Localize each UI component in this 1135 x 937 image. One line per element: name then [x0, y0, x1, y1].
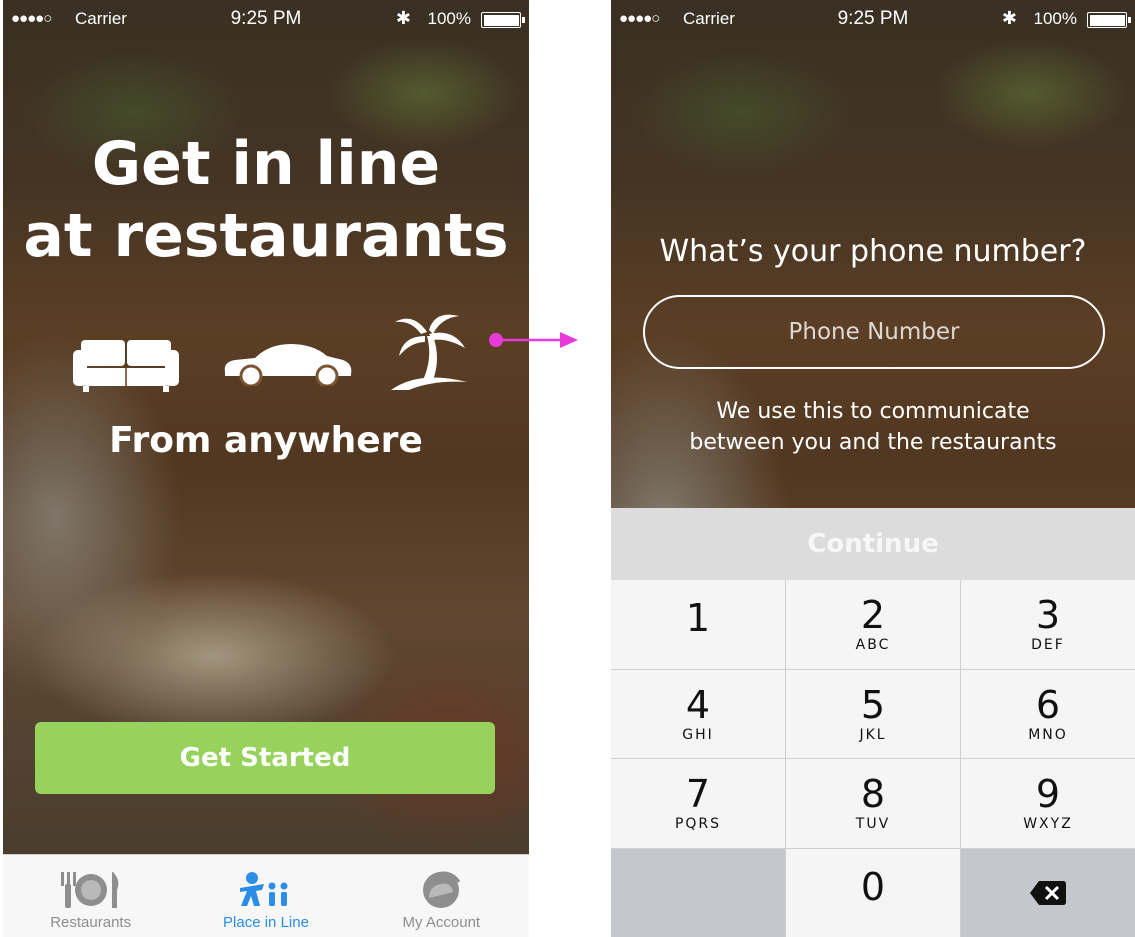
- key-blank: [611, 848, 785, 937]
- key-2[interactable]: 2 ABC: [786, 580, 960, 669]
- backspace-icon: [1030, 880, 1066, 905]
- battery-icon: [1087, 12, 1131, 28]
- carrier-label: Carrier: [75, 9, 127, 28]
- key-6-letters: MNO: [1028, 726, 1068, 743]
- flow-arrow-icon: [489, 332, 578, 348]
- account-icon: [423, 871, 461, 908]
- key-5[interactable]: 5 JKL: [786, 669, 960, 758]
- key-7-digit: 7: [685, 772, 711, 817]
- sofa-icon: [73, 340, 179, 392]
- bluetooth-icon: ✱: [1001, 8, 1017, 28]
- bluetooth-icon: ✱: [395, 8, 411, 28]
- key-1[interactable]: 1: [611, 580, 785, 669]
- key-1-digit: 1: [685, 596, 711, 641]
- key-8[interactable]: 8 TUV: [786, 759, 960, 848]
- key-9-digit: 9: [1035, 772, 1061, 817]
- subtitle: From anywhere: [109, 420, 423, 461]
- helper-line-2: between you and the restaurants: [689, 430, 1057, 455]
- hero-title-line-2: at restaurants: [23, 201, 509, 271]
- battery-percent: 100%: [427, 9, 471, 28]
- key-7-letters: PQRS: [674, 816, 722, 833]
- numeric-keypad: 1 2 ABC 3 DEF 4 GHI 5 JKL 6 MNO 7 PQRS 8: [611, 580, 1135, 937]
- key-4-letters: GHI: [682, 726, 714, 743]
- key-7[interactable]: 7 PQRS: [611, 759, 785, 848]
- tab-restaurants-label: Restaurants: [50, 914, 132, 931]
- continue-button[interactable]: Continue: [611, 508, 1135, 580]
- key-3-letters: DEF: [1031, 637, 1065, 654]
- key-8-digit: 8: [860, 772, 886, 817]
- key-0[interactable]: 0: [786, 848, 960, 937]
- tab-my-account[interactable]: My Account: [354, 855, 529, 937]
- key-6-digit: 6: [1035, 682, 1061, 727]
- location-icons-row: [3, 308, 529, 398]
- tab-place-in-line-label: Place in Line: [223, 914, 309, 931]
- key-9-letters: WXYZ: [1023, 816, 1073, 833]
- status-time: 9:25 PM: [837, 8, 909, 29]
- helper-line-1: We use this to communicate: [716, 399, 1030, 424]
- key-6[interactable]: 6 MNO: [961, 669, 1135, 758]
- key-8-letters: TUV: [855, 816, 891, 833]
- phone-number-input[interactable]: [643, 295, 1105, 369]
- key-5-digit: 5: [860, 682, 886, 727]
- phone-helper-text: We use this to communicate between you a…: [611, 396, 1135, 458]
- tab-my-account-label: My Account: [402, 914, 481, 931]
- signal-strength-icon: ●●●●○: [11, 10, 52, 27]
- status-bar: ●●●●○ Carrier 9:25 PM ✱ 100%: [3, 0, 529, 40]
- phone-question-heading: What’s your phone number?: [659, 234, 1087, 269]
- plate-cutlery-icon: [60, 872, 118, 908]
- key-delete[interactable]: [961, 848, 1135, 937]
- key-5-letters: JKL: [859, 726, 887, 743]
- hero-title-line-1: Get in line: [91, 129, 441, 199]
- status-time: 9:25 PM: [230, 8, 302, 29]
- get-started-button[interactable]: Get Started: [35, 722, 495, 794]
- carrier-label: Carrier: [683, 9, 735, 28]
- key-3-digit: 3: [1035, 593, 1061, 638]
- phone-number-screen: ●●●●○ Carrier 9:25 PM ✱ 100% What’s your…: [611, 0, 1135, 937]
- status-bar: ●●●●○ Carrier 9:25 PM ✱ 100%: [611, 0, 1135, 40]
- key-3[interactable]: 3 DEF: [961, 580, 1135, 669]
- key-2-digit: 2: [860, 593, 886, 638]
- people-queue-icon: [239, 872, 288, 906]
- key-9[interactable]: 9 WXYZ: [961, 759, 1135, 848]
- welcome-screen: ●●●●○ Carrier 9:25 PM ✱ 100% Get in line…: [3, 0, 529, 937]
- tab-bar: Restaurants Place in Line My Account: [3, 854, 529, 937]
- hero-title: Get in line at restaurants: [3, 128, 529, 272]
- battery-percent: 100%: [1033, 9, 1077, 28]
- car-icon: [224, 344, 352, 386]
- tab-place-in-line[interactable]: Place in Line: [178, 855, 353, 937]
- tab-restaurants[interactable]: Restaurants: [3, 855, 178, 937]
- signal-strength-icon: ●●●●○: [619, 10, 660, 27]
- key-2-letters: ABC: [855, 637, 891, 654]
- palm-tree-icon: [391, 314, 467, 390]
- battery-icon: [481, 12, 525, 28]
- key-4[interactable]: 4 GHI: [611, 669, 785, 758]
- key-0-digit: 0: [860, 864, 886, 909]
- key-4-digit: 4: [685, 682, 711, 727]
